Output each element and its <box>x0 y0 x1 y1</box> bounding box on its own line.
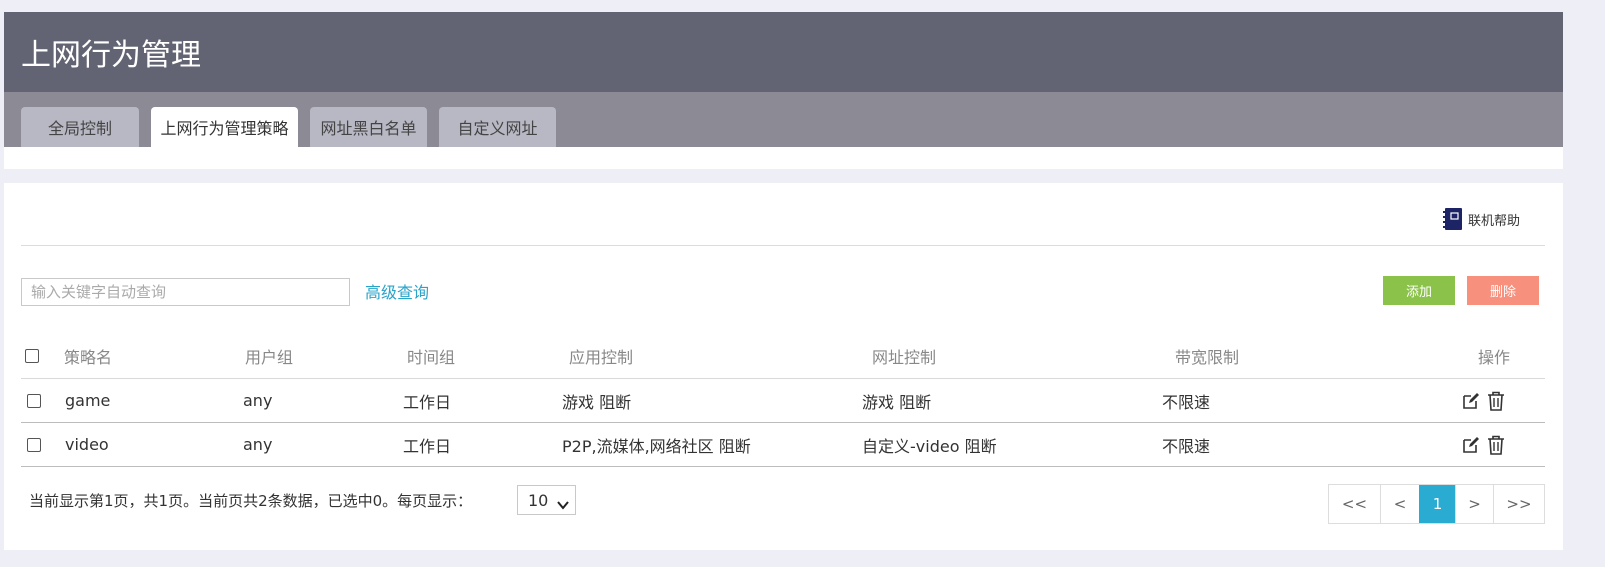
tab-url-black-white-list[interactable]: 网址黑白名单 <box>310 107 427 147</box>
header-panel: 上网行为管理 全局控制 上网行为管理策略 网址黑白名单 自定义网址 <box>4 12 1563 169</box>
pager-info: 当前显示第1页，共1页。当前页共2条数据，已选中0。每页显示： <box>29 492 473 510</box>
main-panel: 联机帮助 高级查询 添加 删除 策略名 用户组 时间组 应用控制 网址控制 带宽… <box>4 183 1563 550</box>
row-checkbox-cell <box>27 379 41 422</box>
help-book-icon <box>1443 207 1463 231</box>
app-control: P2P,流媒体,网络社区 阻断 <box>562 436 751 456</box>
bandwidth-limit: 不限速 <box>1162 392 1211 412</box>
select-all-cell <box>25 333 39 378</box>
policy-name: game <box>65 391 111 410</box>
online-help-link[interactable]: 联机帮助 <box>1443 207 1520 231</box>
row-checkbox[interactable] <box>27 393 41 408</box>
column-header-name[interactable]: 策略名 <box>64 333 112 378</box>
last-page-button[interactable]: >> <box>1493 485 1544 523</box>
divider <box>21 245 1545 246</box>
page-size-select[interactable]: 10 <box>517 485 576 515</box>
column-header-bandwidth[interactable]: 带宽限制 <box>1175 333 1239 378</box>
time-group: 工作日 <box>403 392 452 412</box>
url-control: 游戏 阻断 <box>862 392 932 412</box>
bandwidth-limit: 不限速 <box>1162 436 1211 456</box>
row-actions <box>1461 423 1506 466</box>
page-size-value: 10 <box>528 490 549 510</box>
policy-name: video <box>65 435 109 454</box>
column-header-user-group[interactable]: 用户组 <box>245 333 293 378</box>
next-page-button[interactable]: > <box>1455 485 1493 523</box>
title-bar: 上网行为管理 <box>4 12 1563 92</box>
tab-global-control[interactable]: 全局控制 <box>21 107 139 147</box>
delete-button[interactable]: 删除 <box>1467 276 1539 305</box>
column-header-url-control[interactable]: 网址控制 <box>872 333 936 378</box>
search-input[interactable] <box>21 278 350 306</box>
column-header-actions: 操作 <box>1478 347 1511 367</box>
pagination: << < 1 > >> <box>1328 484 1545 524</box>
edit-icon[interactable] <box>1461 435 1481 455</box>
url-control: 自定义-video 阻断 <box>862 436 997 456</box>
tab-bar: 全局控制 上网行为管理策略 网址黑白名单 自定义网址 <box>4 92 1563 147</box>
tab-custom-url[interactable]: 自定义网址 <box>439 107 556 147</box>
select-all-checkbox[interactable] <box>25 348 39 363</box>
row-actions <box>1461 379 1506 422</box>
column-header-time-group[interactable]: 时间组 <box>407 333 455 378</box>
row-checkbox[interactable] <box>27 437 41 452</box>
current-page-button[interactable]: 1 <box>1419 485 1455 523</box>
user-group: any <box>243 391 273 410</box>
page-title: 上网行为管理 <box>21 38 201 73</box>
add-button[interactable]: 添加 <box>1383 276 1455 305</box>
trash-icon[interactable] <box>1486 435 1506 455</box>
chevron-down-icon <box>557 495 569 514</box>
first-page-button[interactable]: << <box>1329 485 1380 523</box>
column-header-app-control[interactable]: 应用控制 <box>569 333 633 378</box>
help-label: 联机帮助 <box>1468 213 1521 229</box>
time-group: 工作日 <box>403 436 452 456</box>
tab-behavior-policy[interactable]: 上网行为管理策略 <box>151 107 298 147</box>
edit-icon[interactable] <box>1461 391 1481 411</box>
table-header-row: 策略名 用户组 时间组 应用控制 网址控制 带宽限制 操作 <box>21 333 1545 379</box>
app-control: 游戏 阻断 <box>562 392 632 412</box>
advanced-search-link[interactable]: 高级查询 <box>365 279 429 303</box>
table-row: video any 工作日 P2P,流媒体,网络社区 阻断 自定义-video … <box>21 423 1545 467</box>
trash-icon[interactable] <box>1486 391 1506 411</box>
policy-table: 策略名 用户组 时间组 应用控制 网址控制 带宽限制 操作 game any 工… <box>21 333 1545 467</box>
user-group: any <box>243 435 273 454</box>
row-checkbox-cell <box>27 423 41 466</box>
table-row: game any 工作日 游戏 阻断 游戏 阻断 不限速 <box>21 379 1545 423</box>
prev-page-button[interactable]: < <box>1380 485 1419 523</box>
